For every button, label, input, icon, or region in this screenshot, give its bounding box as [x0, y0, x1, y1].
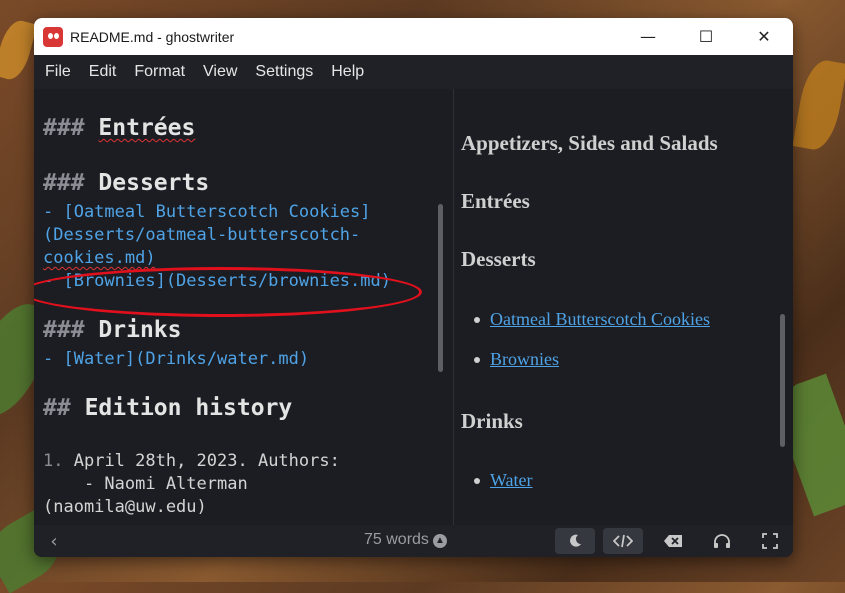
preview-link-cookies[interactable]: Oatmeal Butterscotch Cookies — [490, 309, 710, 329]
preview-heading-drinks: Drinks — [461, 409, 523, 433]
hemingway-mode-button[interactable] — [653, 528, 693, 554]
preview-link-water[interactable]: Water — [490, 470, 533, 490]
word-count[interactable]: 75 words ▲ — [364, 531, 447, 549]
editor-heading-drinks: ### Drinks — [43, 317, 182, 343]
preview-link-brownies[interactable]: Brownies — [490, 349, 559, 369]
editor-scrollbar[interactable] — [438, 204, 443, 372]
editor-line-cookies-3: cookies.md) — [43, 248, 156, 268]
preview-heading-desserts: Desserts — [461, 247, 536, 271]
minimize-button[interactable]: — — [619, 18, 677, 55]
menu-settings[interactable]: Settings — [246, 63, 322, 81]
editor-line-cookies-2: (Desserts/oatmeal-butterscotch- — [43, 225, 361, 245]
preview-heading-appetizers: Appetizers, Sides and Salads — [461, 131, 718, 155]
fullscreen-button[interactable] — [750, 528, 790, 554]
editor-email-line: (naomila@uw.edu) — [43, 497, 207, 517]
editor-line-water: - [Water](Drinks/water.md) — [43, 349, 310, 369]
maximize-button[interactable]: ☐ — [677, 18, 735, 55]
editor-heading-entrees: ### Entrées — [43, 115, 196, 141]
editor-line-cookies-1: - [Oatmeal Butterscotch Cookies] — [43, 202, 371, 222]
html-preview: Appetizers, Sides and Salads Entrées Des… — [454, 89, 793, 525]
preview-heading-entrees: Entrées — [461, 189, 530, 213]
headphones-icon — [714, 534, 730, 548]
highlight-annotation-ellipse — [34, 267, 422, 317]
dark-mode-button[interactable] — [555, 528, 595, 554]
html-preview-button[interactable] — [603, 528, 643, 554]
preview-list-item: Brownies — [474, 349, 559, 370]
fullscreen-icon — [762, 533, 778, 549]
title-bar[interactable]: README.md - ghostwriter — ☐ ✕ — [34, 18, 793, 55]
editor-list-item: 1. April 28th, 2023. Authors: — [43, 451, 340, 471]
window-title: README.md - ghostwriter — [70, 28, 235, 45]
preview-scrollbar[interactable] — [780, 314, 785, 447]
chevron-left-icon[interactable]: ‹ — [34, 531, 74, 552]
editor-author-line: - Naomi Alterman — [43, 474, 248, 494]
menu-bar: File Edit Format View Settings Help — [34, 55, 793, 90]
markdown-editor[interactable]: ### Entrées ### Desserts - [Oatmeal Butt… — [34, 89, 454, 525]
menu-format[interactable]: Format — [125, 63, 194, 81]
ghostwriter-app-icon — [43, 26, 63, 47]
menu-view[interactable]: View — [194, 63, 246, 81]
code-icon — [613, 534, 633, 548]
app-window: README.md - ghostwriter — ☐ ✕ File Edit … — [34, 18, 793, 557]
distraction-free-button[interactable] — [702, 528, 742, 554]
preview-list-item: Water — [474, 470, 533, 491]
editor-heading-history: ## Edition history — [43, 395, 293, 421]
background-leaf — [792, 57, 845, 153]
editor-panes: ### Entrées ### Desserts - [Oatmeal Butt… — [34, 89, 793, 525]
chevron-up-icon: ▲ — [432, 534, 447, 548]
editor-heading-desserts: ### Desserts — [43, 170, 210, 196]
menu-edit[interactable]: Edit — [80, 63, 126, 81]
preview-list-item: Oatmeal Butterscotch Cookies — [474, 309, 710, 330]
menu-file[interactable]: File — [36, 63, 80, 81]
moon-icon — [570, 534, 581, 547]
backspace-icon — [664, 535, 682, 547]
menu-help[interactable]: Help — [322, 63, 373, 81]
background-leaf — [0, 17, 38, 83]
status-bar: ‹ 75 words ▲ — [34, 525, 793, 557]
close-button[interactable]: ✕ — [735, 18, 793, 55]
